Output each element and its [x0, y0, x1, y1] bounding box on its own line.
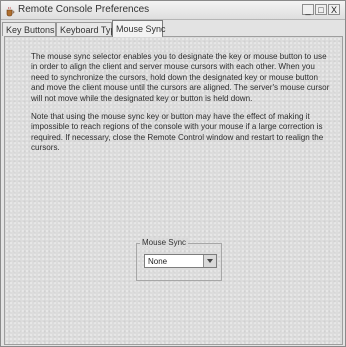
mouse-sync-group-label: Mouse Sync: [140, 238, 189, 247]
mouse-sync-panel: The mouse sync selector enables you to d…: [4, 36, 343, 345]
mouse-sync-description: The mouse sync selector enables you to d…: [31, 52, 330, 103]
tab-mouse-sync[interactable]: Mouse Sync: [112, 20, 166, 37]
preferences-window: Remote Console Preferences _ □ X Key But…: [0, 0, 346, 347]
mouse-sync-select[interactable]: None: [144, 254, 217, 268]
tab-keyboard-type[interactable]: Keyboard Type: [56, 22, 120, 36]
mouse-sync-note: Note that using the mouse sync key or bu…: [31, 112, 324, 153]
minimize-button[interactable]: _: [302, 4, 314, 15]
chevron-down-icon[interactable]: [203, 255, 216, 267]
maximize-button[interactable]: □: [315, 4, 327, 15]
window-title: Remote Console Preferences: [18, 4, 150, 15]
title-bar[interactable]: Remote Console Preferences _ □ X: [1, 1, 345, 20]
tab-key-buttons[interactable]: Key Buttons: [2, 22, 56, 36]
java-coffee-icon: [4, 4, 15, 17]
tab-strip: Key Buttons Keyboard Type Mouse Sync: [1, 20, 345, 37]
mouse-sync-selected-value: None: [148, 257, 168, 266]
close-button[interactable]: X: [328, 4, 340, 15]
